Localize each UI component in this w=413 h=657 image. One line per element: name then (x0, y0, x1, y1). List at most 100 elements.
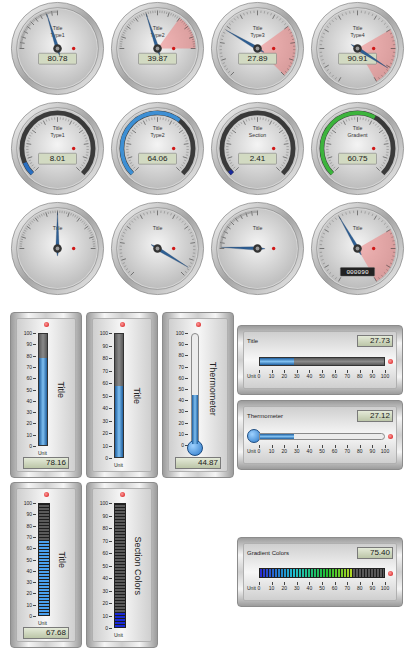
bar-fill (260, 358, 294, 365)
tick-mark (182, 21, 184, 23)
scale-tick (185, 333, 188, 334)
tick-mark (52, 211, 53, 213)
tick-mark (241, 122, 242, 124)
linear-section: 0102030405060708090100TitleUnit78.16 0102… (0, 312, 413, 648)
title-column: Title (50, 503, 73, 616)
scale-label: 10 (102, 443, 108, 448)
lcd-display (39, 53, 77, 64)
tick-mark (193, 46, 195, 47)
tick-mark (233, 219, 235, 221)
tick-mark (221, 237, 223, 239)
lcd-display: 27.73 (357, 335, 393, 347)
tick-mark (320, 248, 325, 249)
gauge-dial: TitleSection2.41 (210, 101, 305, 196)
tick-mark (82, 133, 84, 134)
scale-label: 20 (26, 591, 32, 596)
tick-mark (33, 219, 35, 221)
gauge-face: 0102030405060708090100Section ColorsUnit (92, 488, 152, 642)
gauge-face: 0102030405060708090100TitleUnit78.16 (16, 318, 76, 472)
tick-mark (320, 48, 325, 49)
led-icon (44, 322, 49, 327)
tick-mark (270, 13, 272, 15)
tick-mark (234, 218, 235, 220)
tick-mark (384, 160, 386, 162)
tick-mark (125, 229, 127, 230)
title-column: Title (124, 333, 149, 458)
tick-mark (236, 126, 238, 128)
needle-knob-cap (56, 47, 60, 51)
tick-mark (160, 117, 161, 119)
tick-mark (86, 140, 88, 142)
tick-mark (321, 36, 323, 38)
tick-mark (289, 66, 291, 67)
gauge-dial: TitleType180.78 (10, 1, 105, 96)
tick-mark (381, 75, 383, 77)
tick-mark (292, 39, 294, 41)
scale-label: 40 (102, 576, 108, 581)
tick-mark (125, 28, 127, 29)
tick-mark (320, 55, 322, 56)
scale-tick (109, 396, 112, 397)
led-box (385, 359, 393, 364)
tick-mark (250, 11, 251, 13)
gauge-title: Title (55, 551, 69, 568)
scale-tick (372, 370, 373, 373)
tick-mark (357, 11, 358, 16)
tick-mark (221, 39, 223, 41)
tick-mark (239, 215, 240, 217)
tick-mark (221, 239, 223, 241)
tick-mark (273, 15, 275, 19)
tick-mark (184, 223, 186, 225)
tick-mark (25, 228, 27, 229)
gauge-subtitle: Type3 (250, 32, 264, 38)
scale-label: 20 (102, 431, 108, 436)
needle-knob (253, 244, 262, 253)
led-icon (120, 492, 125, 497)
gauge-face: Thermometer27.12Unit01020304050607080901… (243, 406, 397, 464)
scale-label: 40 (178, 398, 184, 403)
tick-mark (189, 37, 194, 38)
tick-mark (231, 221, 233, 223)
lcd-value: 27.89 (247, 54, 268, 63)
tick-mark (321, 259, 323, 261)
tick-mark (120, 43, 122, 44)
gauge-title: Gradient Colors (247, 549, 289, 558)
tick-mark (374, 77, 376, 81)
tick-mark (257, 211, 258, 216)
tick-mark (130, 22, 132, 24)
tick-mark (338, 124, 339, 126)
gauge-face (18, 209, 97, 288)
tick-mark (391, 59, 393, 61)
tick-mark (246, 12, 248, 14)
scale-tick (33, 401, 36, 402)
tick-mark (48, 212, 50, 214)
scale-tick (109, 578, 112, 579)
thermometer-tube (191, 333, 199, 445)
tick-mark (26, 27, 28, 28)
tick-mark (361, 211, 362, 213)
scale-label: 50 (102, 563, 108, 568)
gauge-bezel (311, 202, 403, 294)
bar-track (222, 113, 293, 174)
scale-tick (33, 593, 36, 594)
tick-mark (327, 143, 332, 145)
led-row (95, 492, 149, 498)
tick-mark (290, 62, 292, 64)
led-icon (388, 571, 393, 576)
tick-mark (237, 216, 238, 218)
tick-mark (327, 269, 329, 270)
scale-tick (185, 400, 188, 401)
gauge-title: Title (153, 25, 163, 31)
gauge-bezel (311, 102, 403, 194)
tick-mark (332, 75, 334, 77)
scale-label: 10 (269, 449, 275, 454)
scale: 0102030405060708090100 (19, 503, 36, 616)
gauge-bezel (111, 2, 203, 94)
tick-mark (23, 232, 25, 233)
tick-mark (251, 118, 252, 120)
tick-mark (41, 214, 42, 216)
tick-mark (329, 272, 331, 274)
scale: 0102030405060708090100 (259, 370, 385, 380)
tick-mark (20, 243, 22, 244)
tick-mark (225, 228, 227, 229)
